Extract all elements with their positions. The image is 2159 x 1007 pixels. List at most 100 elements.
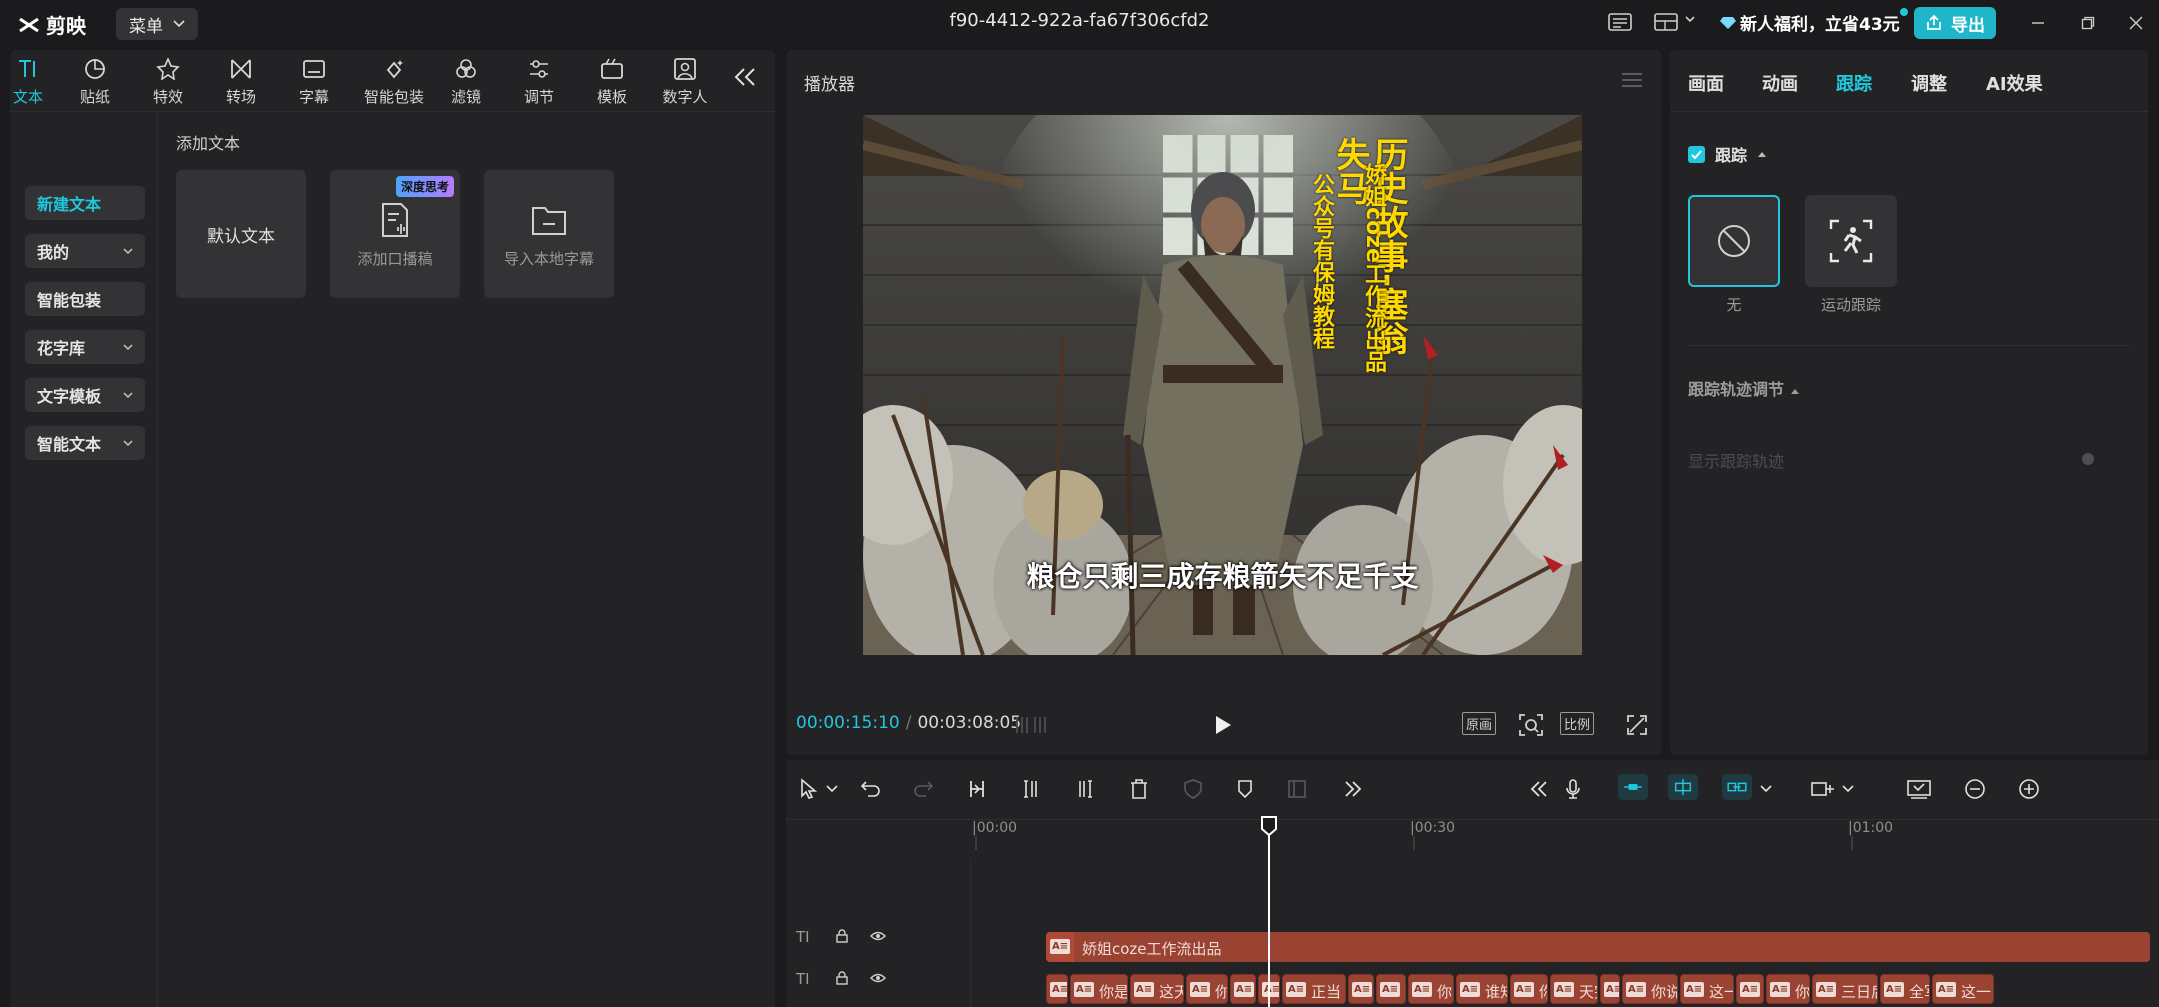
main-track-link-icon[interactable] — [1618, 774, 1648, 800]
subtitle-clip[interactable]: A≡ — [1736, 974, 1764, 1004]
tool-subtitle[interactable]: 字幕 — [284, 56, 344, 107]
tool-digital-human[interactable]: 数字人 — [655, 56, 715, 107]
waveform-icon[interactable] — [1014, 714, 1048, 736]
chevron-down-icon[interactable] — [1842, 784, 1854, 794]
export-button[interactable]: 导出 — [1914, 7, 1996, 39]
original-quality-button[interactable]: 原画 — [1462, 712, 1497, 735]
subtitle-clip[interactable]: A≡ 你说 — [1622, 974, 1678, 1004]
show-track-toggle[interactable] — [2082, 453, 2094, 465]
tool-transition[interactable]: 转场 — [211, 56, 271, 107]
menu-button[interactable]: 菜单 — [116, 8, 198, 40]
category-mine[interactable]: 我的 — [25, 234, 145, 268]
chevron-down-icon[interactable] — [1760, 784, 1772, 794]
category-new-text[interactable]: 新建文本 — [25, 186, 145, 220]
tab-tracking[interactable]: 跟踪 — [1836, 70, 1872, 96]
tool-smart-pack[interactable]: 智能包装 — [359, 56, 429, 107]
close-window-button[interactable] — [2122, 10, 2150, 36]
subtitle-clip[interactable]: A≡ 你 — [1186, 974, 1228, 1004]
playhead[interactable] — [1268, 828, 1270, 1007]
subtitle-clip[interactable]: A≡ 全军 — [1880, 974, 1930, 1004]
tool-template[interactable]: 模板 — [582, 56, 642, 107]
subtitle-clip[interactable]: A≡ 你是 — [1070, 974, 1128, 1004]
split-icon[interactable] — [966, 778, 988, 800]
title-bar: 剪映 菜单 f90-4412-922a-fa67f306cfd2 新人福利，立省… — [0, 0, 2159, 46]
select-cursor-icon[interactable] — [798, 778, 820, 800]
layout-icon[interactable] — [1652, 8, 1680, 36]
player-menu-icon[interactable] — [1622, 72, 1642, 88]
text-clip-watermark[interactable]: A≡ A≡ 娇姐coze工作流出品 — [1046, 932, 2150, 962]
category-smart-text[interactable]: 智能文本 — [25, 426, 145, 460]
tool-text[interactable]: 文本 — [0, 56, 58, 107]
marker-icon[interactable] — [1234, 778, 1256, 800]
chevron-down-icon[interactable] — [826, 784, 838, 794]
microphone-icon[interactable] — [1562, 778, 1584, 800]
subtitle-clip[interactable]: A≡ 谁知 — [1456, 974, 1508, 1004]
media-panel: 文本 贴纸 特效 转场 字幕 智能包装 滤镜 调节 模板 数字人 新建文本 我的… — [10, 50, 775, 1007]
minimize-button[interactable] — [2024, 10, 2052, 36]
trim-right-icon[interactable] — [1074, 778, 1096, 800]
tab-canvas[interactable]: 画面 — [1688, 70, 1724, 96]
track-adjust-title[interactable]: 跟踪轨迹调节 — [1688, 376, 1800, 400]
lock-icon[interactable] — [835, 929, 849, 943]
tool-filter[interactable]: 滤镜 — [436, 56, 496, 107]
trim-left-icon[interactable] — [1020, 778, 1042, 800]
maximize-button[interactable] — [2074, 10, 2102, 36]
default-text-card[interactable]: 默认文本 — [176, 170, 306, 298]
subtitle-clip[interactable]: A≡ 你 — [1408, 974, 1454, 1004]
subtitle-clip[interactable]: A≡ 这天 — [1130, 974, 1184, 1004]
tool-adjust[interactable]: 调节 — [509, 56, 569, 107]
tracking-option-motion[interactable] — [1805, 195, 1897, 287]
subtitle-clip[interactable]: A≡ 这一 — [1932, 974, 1994, 1004]
collapse-left-icon[interactable] — [1528, 778, 1550, 800]
import-subtitle-card[interactable]: 导入本地字幕 — [484, 170, 614, 298]
subtitle-clip[interactable]: A≡ — [1600, 974, 1620, 1004]
subtitle-clip[interactable]: A≡ 正当 — [1282, 974, 1346, 1004]
layout-chevron-down-icon[interactable] — [1684, 14, 1696, 26]
screenshot-icon[interactable] — [1518, 713, 1544, 737]
subtitle-clip[interactable]: A≡ 三日后 — [1812, 974, 1878, 1004]
eye-icon[interactable] — [870, 929, 886, 943]
tool-effects[interactable]: 特效 — [138, 56, 198, 107]
delete-icon[interactable] — [1128, 778, 1150, 800]
timeline-preview-icon[interactable] — [1906, 778, 1932, 800]
subtitle-clip[interactable]: A≡ — [1376, 974, 1406, 1004]
subtitle-clip[interactable]: A≡ 天完 — [1550, 974, 1598, 1004]
subtitle-clip[interactable]: A≡ — [1046, 974, 1068, 1004]
subtitle-clip[interactable]: A≡ 你 — [1510, 974, 1548, 1004]
welfare-promo[interactable]: 新人福利，立省43元 — [1720, 8, 1908, 35]
subtitle-clip[interactable]: A≡ — [1348, 974, 1374, 1004]
shortcut-keyboard-icon[interactable] — [1606, 8, 1634, 36]
preview-axis-icon[interactable] — [1810, 778, 1836, 800]
category-fancy-text[interactable]: 花字库 — [25, 330, 145, 364]
category-text-template[interactable]: 文字模板 — [25, 378, 145, 412]
tab-animation[interactable]: 动画 — [1762, 70, 1798, 96]
subtitle-clip[interactable]: A≡ 你 — [1766, 974, 1810, 1004]
subtitle-clip[interactable]: A≡ — [1230, 974, 1256, 1004]
tracking-checkbox[interactable] — [1688, 145, 1705, 163]
fullscreen-icon[interactable] — [1626, 714, 1648, 736]
undo-icon[interactable] — [860, 778, 882, 800]
tracking-option-none[interactable] — [1688, 195, 1780, 287]
aspect-ratio-button[interactable]: 比例 — [1560, 712, 1595, 735]
playhead-handle-icon[interactable] — [1260, 815, 1278, 837]
auto-snap-icon[interactable] — [1668, 774, 1698, 800]
linkage-icon[interactable] — [1722, 774, 1752, 800]
lock-icon[interactable] — [835, 971, 849, 985]
tab-ai-effects[interactable]: AI效果 — [1986, 70, 2043, 96]
play-icon[interactable] — [1214, 715, 1232, 735]
collapse-panel-icon[interactable] — [732, 66, 758, 88]
tool-sticker[interactable]: 贴纸 — [65, 56, 125, 107]
subtitle-clip-label: 谁知 — [1485, 983, 1507, 1001]
category-smart-pack[interactable]: 智能包装 — [25, 282, 145, 316]
text-clip-icon: A≡ — [1050, 982, 1067, 997]
tracking-section-header[interactable]: 跟踪 — [1688, 142, 1767, 166]
tab-adjust[interactable]: 调整 — [1911, 70, 1947, 96]
subtitle-clip[interactable]: A≡ 这一 — [1680, 974, 1734, 1004]
text-clip-icon: A≡ — [1740, 982, 1761, 997]
eye-icon[interactable] — [870, 971, 886, 985]
video-preview[interactable]: 历史故事-塞翁失马 娇姐coze工作流出品 公众号有保姆教程 粮仓只剩三成存粮箭… — [863, 115, 1582, 655]
more-tools-icon[interactable] — [1342, 778, 1364, 800]
zoom-out-icon[interactable] — [1964, 778, 1986, 800]
zoom-in-icon[interactable] — [2018, 778, 2040, 800]
add-script-card[interactable]: 深度思考 添加口播稿 — [330, 170, 460, 298]
